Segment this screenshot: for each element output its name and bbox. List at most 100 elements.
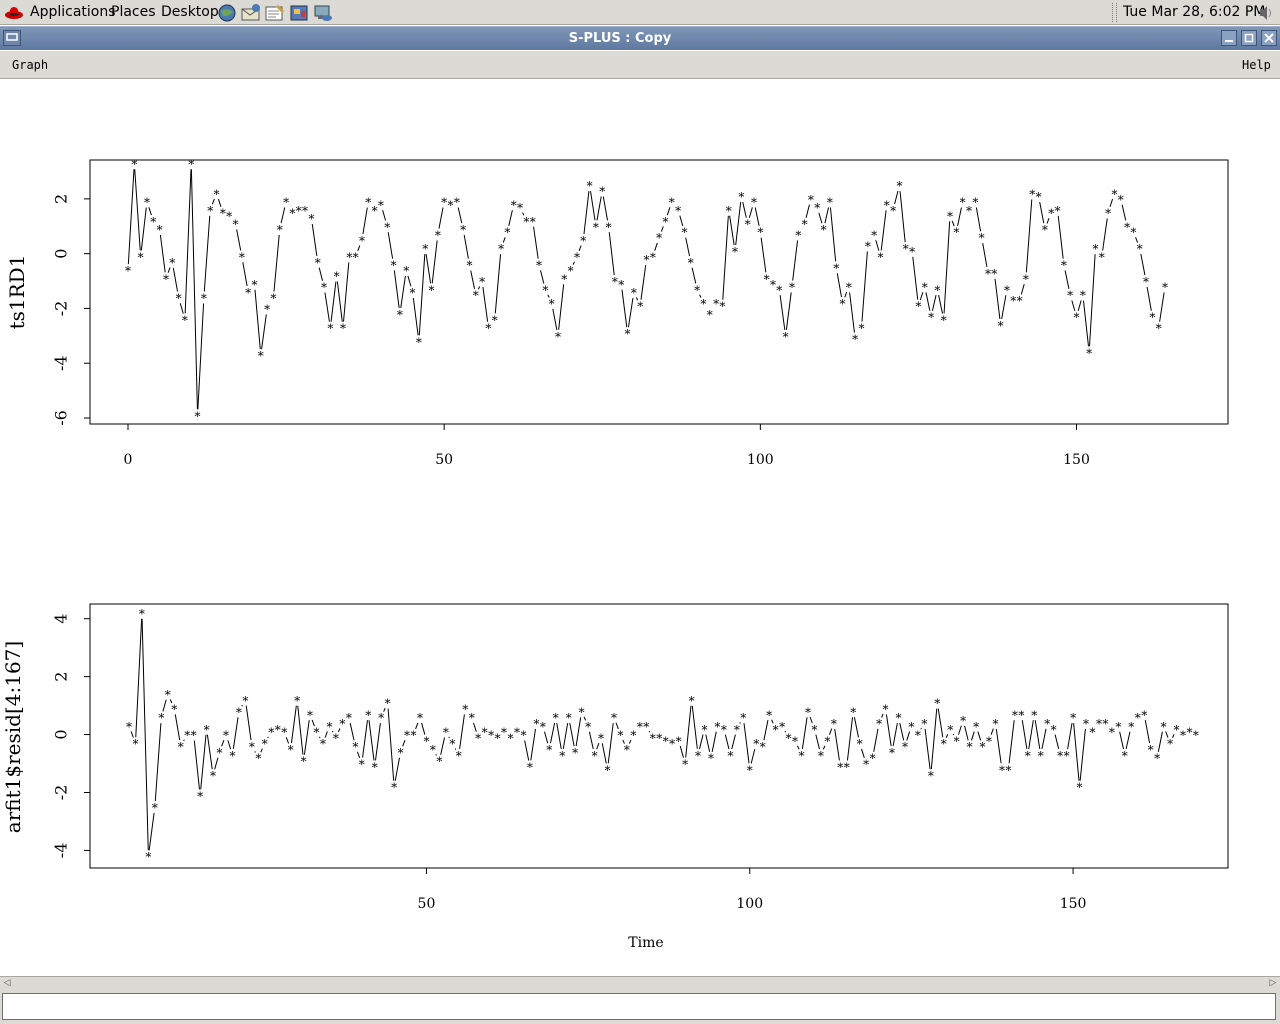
data-point: *	[176, 291, 182, 305]
series-segment	[297, 705, 304, 755]
data-point: *	[411, 729, 417, 743]
data-point: *	[593, 220, 599, 234]
series-segment	[197, 303, 205, 410]
series-segment	[957, 207, 962, 226]
applications-menu[interactable]: Applications	[30, 0, 116, 25]
data-point: *	[372, 204, 378, 218]
data-point: *	[980, 740, 986, 754]
redhat-menu-icon[interactable]	[4, 4, 24, 24]
volume-icon[interactable]	[1257, 3, 1277, 23]
plot2-ylabel: arfit1$resid[4:167]	[1, 641, 25, 833]
data-point: *	[1130, 226, 1136, 240]
presentation-icon[interactable]	[289, 3, 309, 23]
series-segment	[846, 717, 854, 761]
series-segment	[861, 251, 868, 322]
series-segment	[412, 297, 419, 336]
data-point: *	[721, 723, 727, 737]
data-point: *	[922, 281, 928, 295]
ytick-label: -6	[52, 410, 71, 426]
series-segment	[1073, 723, 1080, 781]
desktop-menu[interactable]: Desktop	[161, 0, 219, 25]
data-point: *	[637, 720, 643, 734]
data-point: *	[960, 714, 966, 728]
data-point: *	[546, 743, 552, 757]
series-segment	[982, 243, 988, 268]
text-editor-icon[interactable]	[264, 3, 284, 23]
data-point: *	[568, 264, 574, 278]
data-point: *	[1137, 242, 1143, 256]
series-segment	[375, 723, 381, 761]
series-segment	[931, 294, 937, 311]
data-point: *	[1096, 717, 1102, 731]
data-point: *	[277, 223, 283, 237]
data-point: *	[973, 720, 979, 734]
data-point: *	[1115, 720, 1121, 734]
data-point: *	[301, 755, 307, 769]
help-menu[interactable]: Help	[1242, 51, 1271, 79]
data-point: *	[852, 333, 858, 347]
data-point: *	[492, 313, 498, 327]
scroll-left-icon[interactable]: ◁	[0, 977, 14, 990]
data-point: *	[372, 760, 378, 774]
data-point: *	[126, 720, 132, 734]
data-point: *	[223, 729, 229, 743]
data-point: *	[165, 688, 171, 702]
series-segment	[387, 232, 394, 259]
data-point: *	[811, 723, 817, 737]
data-point: *	[662, 215, 668, 229]
data-point: *	[871, 228, 877, 242]
series-segment	[190, 169, 198, 410]
network-icon[interactable]	[312, 3, 332, 23]
data-point: *	[1180, 729, 1186, 743]
data-point: *	[339, 717, 345, 731]
data-point: *	[555, 330, 561, 344]
data-point: *	[884, 198, 890, 212]
data-point: *	[947, 723, 953, 737]
window-titlebar[interactable]: S-PLUS : Copy	[0, 26, 1280, 50]
series-segment	[938, 295, 943, 314]
series-segment	[343, 262, 350, 322]
plot1-ylabel: ts1RD1	[5, 255, 29, 330]
data-point: *	[786, 731, 792, 745]
data-point: *	[482, 726, 488, 740]
series-segment	[242, 262, 248, 287]
minimize-button[interactable]	[1221, 30, 1237, 46]
series-segment	[1079, 728, 1086, 781]
data-point: *	[553, 711, 559, 725]
horizontal-scrollbar[interactable]: ◁ ▷	[0, 976, 1280, 990]
maximize-button[interactable]	[1241, 30, 1257, 46]
data-point: *	[1080, 289, 1086, 303]
web-browser-icon[interactable]	[217, 3, 237, 23]
mail-icon[interactable]	[240, 3, 260, 23]
scroll-right-icon[interactable]: ▷	[1266, 977, 1280, 990]
data-point: *	[598, 731, 604, 745]
ytick-label: 0	[52, 249, 71, 259]
series-segment	[754, 207, 760, 226]
series-segment	[569, 722, 575, 747]
data-point: *	[870, 752, 876, 766]
series-segment	[330, 281, 337, 322]
series-segment	[368, 720, 375, 761]
clock[interactable]: Tue Mar 28, 6:02 PM	[1123, 0, 1265, 25]
data-point: *	[454, 196, 460, 210]
data-point: *	[275, 723, 281, 737]
series-segment	[853, 717, 859, 738]
command-input[interactable]	[2, 993, 1276, 1020]
data-point: *	[1010, 294, 1016, 308]
series-segment	[588, 731, 594, 750]
series-segment	[640, 265, 647, 300]
data-point: *	[479, 275, 485, 289]
series-segment	[685, 705, 692, 758]
data-point: *	[960, 196, 966, 210]
series-segment	[193, 740, 200, 790]
series-segment	[760, 237, 767, 273]
series-segment	[387, 708, 395, 781]
close-button[interactable]	[1261, 30, 1277, 46]
series-segment	[1001, 295, 1007, 320]
series-segment	[836, 273, 842, 298]
places-menu[interactable]: Places	[111, 0, 156, 25]
data-point: *	[422, 242, 428, 256]
series-segment	[141, 618, 149, 851]
series-segment	[533, 226, 539, 259]
graph-menu[interactable]: Graph	[12, 51, 48, 79]
